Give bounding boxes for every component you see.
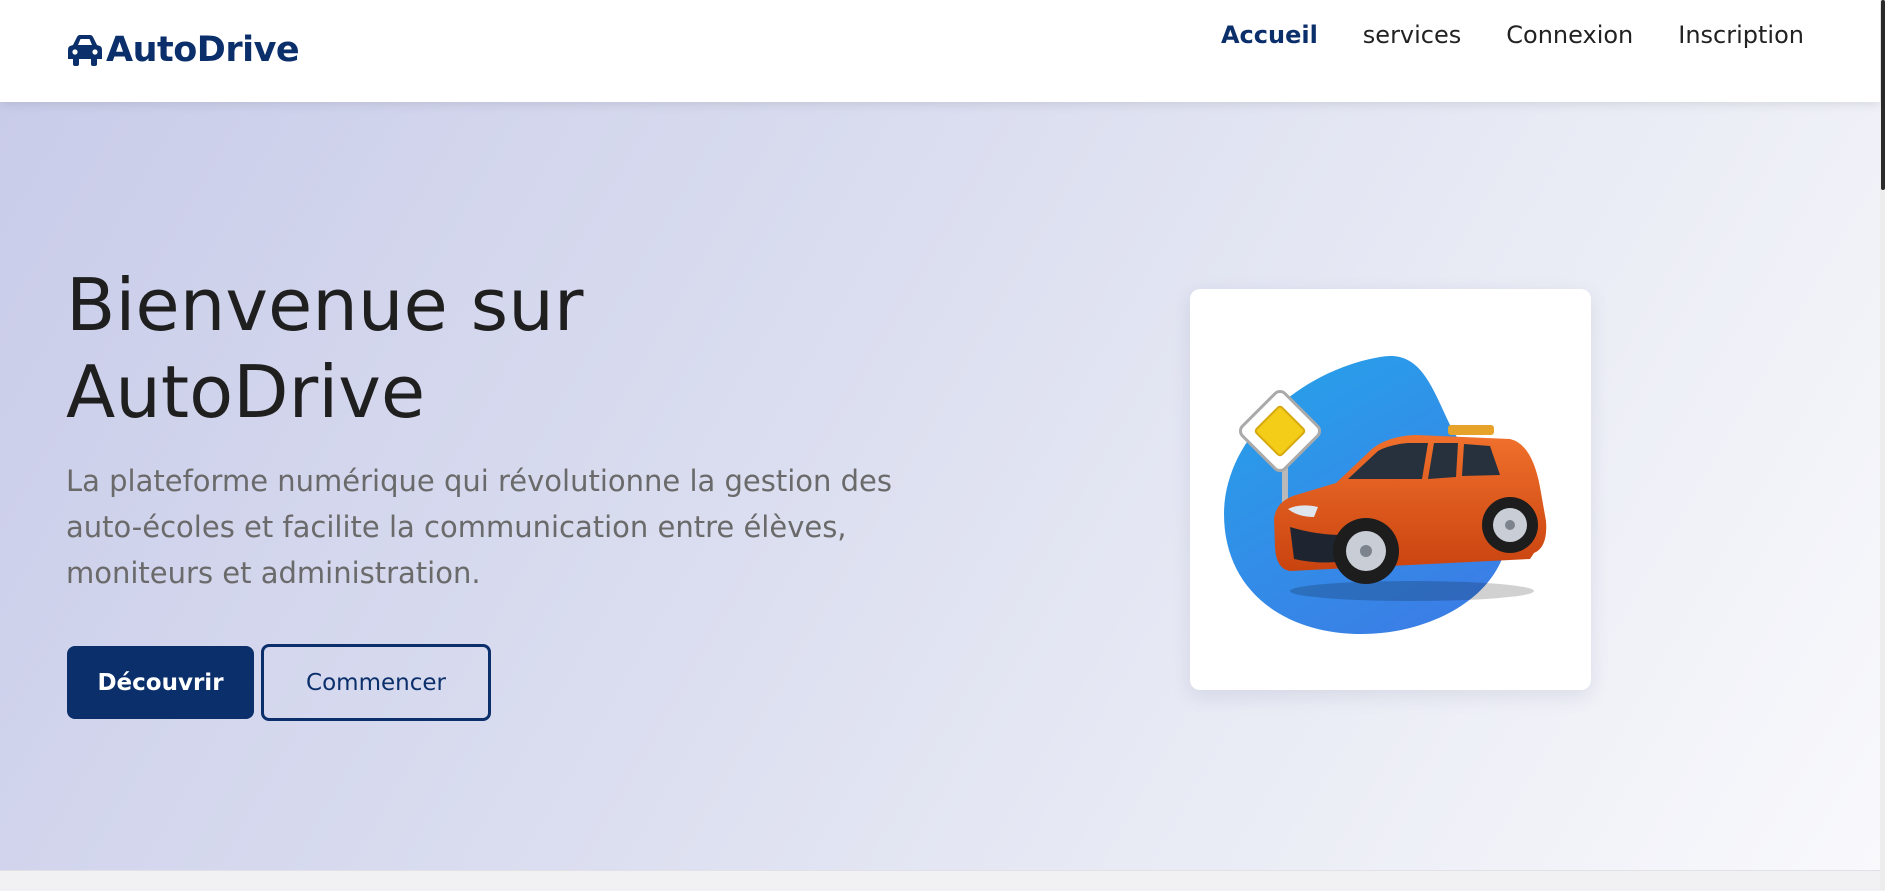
start-button[interactable]: Commencer [261, 644, 491, 721]
hero-section: Bienvenue sur AutoDrive La plateforme num… [0, 102, 1880, 870]
discover-button[interactable]: Découvrir [67, 646, 254, 719]
hero-title-line2: AutoDrive [66, 350, 426, 434]
scrollbar-thumb[interactable] [1881, 0, 1885, 190]
brand-logo[interactable]: AutoDrive [66, 30, 300, 70]
driving-school-car-illustration [1224, 355, 1547, 634]
nav-links: Accueil services Connexion Inscription [1221, 21, 1804, 49]
car-icon [68, 35, 102, 66]
hero-description: La plateforme numérique qui révolutionne… [66, 464, 893, 590]
brand-name: AutoDrive [106, 30, 300, 70]
nav-link-connexion[interactable]: Connexion [1506, 21, 1633, 49]
nav-link-services[interactable]: services [1363, 21, 1461, 49]
hero-image-card [1190, 289, 1591, 690]
nav-link-inscription[interactable]: Inscription [1678, 21, 1804, 49]
next-section-edge [0, 870, 1880, 891]
nav-link-accueil[interactable]: Accueil [1221, 21, 1318, 49]
hero-title-line1: Bienvenue sur [66, 263, 584, 347]
hero-title: Bienvenue sur AutoDrive [66, 262, 766, 436]
navbar: AutoDrive Accueil services Connexion Ins… [0, 0, 1880, 102]
page-scrollbar[interactable] [1880, 0, 1885, 890]
